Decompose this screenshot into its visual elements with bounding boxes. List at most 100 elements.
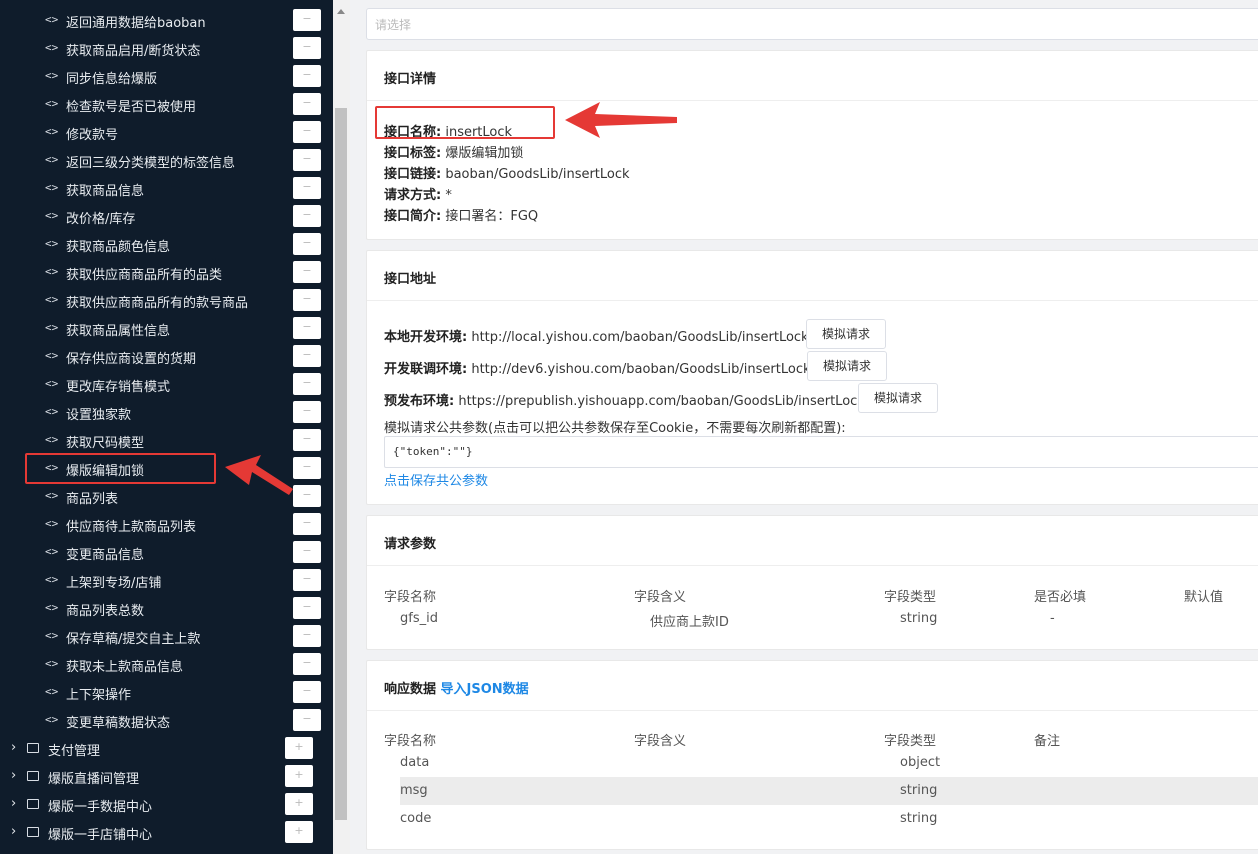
tag-value: 爆版编辑加锁 (445, 146, 524, 161)
sidebar-item[interactable]: <> 保存供应商设置的货期 − (0, 342, 333, 370)
collapse-button[interactable]: − (293, 345, 321, 367)
collapse-button[interactable]: − (293, 205, 321, 227)
sidebar-item[interactable]: <> 同步信息给爆版 − (0, 62, 333, 90)
collapse-button[interactable]: − (293, 317, 321, 339)
sidebar-item-label: 上架到专场/店铺 (66, 576, 162, 591)
sidebar-item[interactable]: <> 上架到专场/店铺 − (0, 566, 333, 594)
collapse-button[interactable]: − (293, 93, 321, 115)
simulate-dev-button[interactable]: 模拟请求 (807, 351, 887, 381)
sidebar-item[interactable]: <> 设置独家款 − (0, 398, 333, 426)
sidebar-item-label: 获取供应商商品所有的款号商品 (66, 296, 249, 311)
sidebar-group-label: 爆版一手店铺中心 (48, 828, 153, 843)
simulate-local-button[interactable]: 模拟请求 (806, 319, 886, 349)
collapse-button[interactable]: − (293, 121, 321, 143)
sidebar-item[interactable]: <> 获取商品启用/断货状态 − (0, 34, 333, 62)
save-params-link[interactable]: 点击保存共公参数 (384, 470, 488, 489)
sidebar-item-label: 改价格/库存 (66, 212, 136, 227)
sidebar-item[interactable]: <> 返回三级分类模型的标签信息 − (0, 146, 333, 174)
collapse-button[interactable]: − (293, 485, 321, 507)
collapse-button[interactable]: − (293, 177, 321, 199)
collapse-button[interactable]: − (293, 681, 321, 703)
sidebar-item[interactable]: <> 获取尺码模型 − (0, 426, 333, 454)
sidebar-group[interactable]: › 爆版一手数据中心 + (0, 790, 333, 818)
sidebar-item[interactable]: <> 检查款号是否已被使用 − (0, 90, 333, 118)
request-col-header: 是否必填 (1034, 590, 1087, 605)
tag-key: 接口标签: (384, 146, 442, 161)
sidebar-item[interactable]: <> 修改款号 − (0, 118, 333, 146)
sidebar-item-label: 变更商品信息 (66, 548, 145, 563)
sidebar-scrollbar[interactable] (333, 0, 350, 854)
api-link-icon: <> (45, 153, 59, 166)
sidebar-item[interactable]: <> 获取商品颜色信息 − (0, 230, 333, 258)
sidebar-item[interactable]: <> 返回通用数据给baoban − (0, 6, 333, 34)
expand-button[interactable]: + (285, 737, 313, 759)
sidebar-item[interactable]: <> 获取商品属性信息 − (0, 314, 333, 342)
pre-url: https://prepublish.yishouapp.com/baoban/… (458, 394, 865, 409)
sidebar-item[interactable]: <> 商品列表总数 − (0, 594, 333, 622)
params-textarea[interactable]: {"token":""} (384, 436, 1258, 468)
sidebar-item-label: 返回三级分类模型的标签信息 (66, 156, 236, 171)
scroll-up-arrow-icon[interactable] (337, 9, 345, 14)
response-row-hover (400, 777, 1258, 805)
response-title: 响应数据 (384, 682, 437, 697)
sidebar-item-label: 同步信息给爆版 (66, 72, 158, 87)
sidebar-item[interactable]: <> 保存草稿/提交自主上款 − (0, 622, 333, 650)
sidebar-item[interactable]: <> 改价格/库存 − (0, 202, 333, 230)
sidebar-item[interactable]: <> 获取商品信息 − (0, 174, 333, 202)
response-col-header: 字段含义 (634, 734, 687, 749)
collapse-button[interactable]: − (293, 9, 321, 31)
sidebar-item[interactable]: <> 更改库存销售模式 − (0, 370, 333, 398)
sidebar-item-label: 返回通用数据给baoban (66, 16, 206, 31)
dev-url: http://dev6.yishou.com/baoban/GoodsLib/i… (471, 362, 811, 377)
api-link-icon: <> (45, 685, 59, 698)
expand-button[interactable]: + (285, 821, 313, 843)
collapse-button[interactable]: − (293, 261, 321, 283)
collapse-button[interactable]: − (293, 401, 321, 423)
collapse-button[interactable]: − (293, 597, 321, 619)
pre-env-row: 预发布环境: https://prepublish.yishouapp.com/… (384, 390, 865, 409)
sidebar-item[interactable]: <> 获取未上款商品信息 − (0, 650, 333, 678)
sidebar-item-label: 保存草稿/提交自主上款 (66, 632, 201, 647)
collapse-button[interactable]: − (293, 149, 321, 171)
detail-method-row: 请求方式: * (384, 184, 452, 203)
sidebar-item[interactable]: <> 获取供应商商品所有的款号商品 − (0, 286, 333, 314)
sidebar-group[interactable]: › 爆版直播间管理 + (0, 762, 333, 790)
collapse-button[interactable]: − (293, 709, 321, 731)
sidebar-group[interactable]: › 支付管理 + (0, 734, 333, 762)
sidebar-item[interactable]: <> 供应商待上款商品列表 − (0, 510, 333, 538)
sidebar-item[interactable]: <> 变更草稿数据状态 − (0, 706, 333, 734)
api-select[interactable]: 请选择 (366, 8, 1258, 40)
sidebar-item[interactable]: <> 获取供应商商品所有的品类 − (0, 258, 333, 286)
collapse-button[interactable]: − (293, 541, 321, 563)
collapse-button[interactable]: − (293, 569, 321, 591)
sidebar-group[interactable]: › 爆版一手店铺中心 + (0, 818, 333, 846)
response-cell: code (400, 811, 432, 826)
detail-title: 接口详情 (367, 51, 1258, 101)
response-header: 响应数据 导入JSON数据 (367, 661, 1258, 711)
api-link-icon: <> (45, 433, 59, 446)
simulate-pre-button[interactable]: 模拟请求 (858, 383, 938, 413)
sidebar-group-label: 支付管理 (48, 744, 101, 759)
collapse-button[interactable]: − (293, 373, 321, 395)
collapse-button[interactable]: − (293, 37, 321, 59)
sidebar-item[interactable]: <> 上下架操作 − (0, 678, 333, 706)
address-title: 接口地址 (367, 251, 1258, 301)
collapse-button[interactable]: − (293, 65, 321, 87)
expand-button[interactable]: + (285, 765, 313, 787)
expand-button[interactable]: + (285, 793, 313, 815)
collapse-button[interactable]: − (293, 653, 321, 675)
collapse-button[interactable]: − (293, 429, 321, 451)
sidebar-item[interactable]: <> 变更商品信息 − (0, 538, 333, 566)
collapse-button[interactable]: − (293, 289, 321, 311)
collapse-button[interactable]: − (293, 513, 321, 535)
request-cell: - (1050, 611, 1055, 626)
api-link-icon: <> (45, 125, 59, 138)
scrollbar-thumb[interactable] (335, 108, 347, 820)
collapse-button[interactable]: − (293, 233, 321, 255)
import-json-link[interactable]: 导入JSON数据 (441, 682, 529, 697)
collapse-button[interactable]: − (293, 625, 321, 647)
sidebar-item-label: 变更草稿数据状态 (66, 716, 171, 731)
collapse-button[interactable]: − (293, 457, 321, 479)
sidebar-item-label: 更改库存销售模式 (66, 380, 171, 395)
request-col-header: 默认值 (1184, 590, 1224, 605)
